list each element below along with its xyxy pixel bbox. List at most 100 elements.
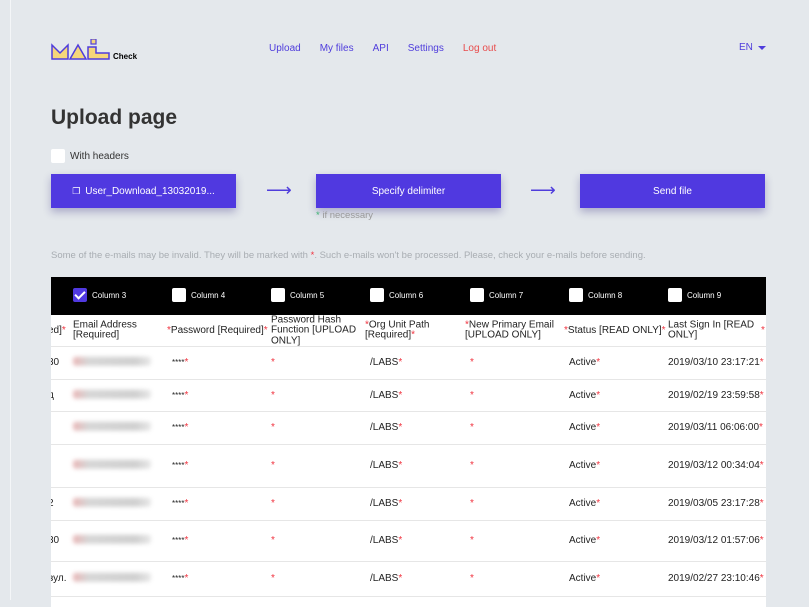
invalid-mark: * — [661, 324, 666, 336]
left-edge — [0, 0, 11, 600]
language-label: EN — [739, 42, 753, 53]
column-toggle[interactable]: Column 5 — [271, 288, 324, 302]
nav-upload[interactable]: Upload — [269, 43, 301, 54]
mail-logo-icon — [51, 39, 110, 60]
cell-text: /LABS — [370, 497, 399, 509]
table-cell — [73, 459, 151, 473]
cell-text: **** — [172, 460, 185, 470]
invalid-mark: * — [398, 459, 403, 471]
header-cell: *New Primary Email [UPLOAD ONLY] — [465, 319, 570, 341]
file-button[interactable]: ❐ User_Download_13032019... — [51, 174, 236, 208]
invalid-mark: * — [271, 497, 275, 509]
table-cell: * — [271, 356, 275, 369]
table-cell: * — [470, 497, 474, 510]
table-cell: /LABS* — [370, 422, 402, 434]
invalid-mark: * — [398, 534, 403, 546]
table-cell: * — [470, 390, 474, 401]
language-select[interactable]: EN — [739, 42, 766, 53]
header-text: Password Hash Function [UPLOAD ONLY] — [271, 313, 357, 346]
checkbox-box[interactable] — [51, 149, 65, 163]
cell-text: **** — [172, 390, 185, 400]
nav-api[interactable]: API — [373, 43, 389, 54]
column-toggle[interactable]: Column 8 — [569, 288, 622, 302]
cell-text: /LABS — [370, 459, 399, 471]
column-label: Column 6 — [389, 290, 424, 300]
cell-text: 2019/03/12 01:57:06 — [668, 534, 760, 546]
column-checkbox[interactable] — [370, 288, 384, 302]
table-cell: * — [271, 572, 275, 585]
table-cell: /LABS* — [370, 534, 403, 547]
logo[interactable]: Check — [51, 39, 137, 61]
info-after: . Such e-mails won't be processed. Pleas… — [314, 250, 646, 261]
invalid-mark: * — [271, 572, 275, 584]
table-cell: 2019/03/11 06:06:00* — [668, 421, 763, 434]
nav-settings[interactable]: Settings — [408, 43, 444, 54]
table-cell — [73, 421, 151, 435]
cell-text: **** — [172, 498, 185, 508]
nav-log-out[interactable]: Log out — [463, 43, 496, 54]
nav-my-files[interactable]: My files — [320, 43, 354, 54]
invalid-mark: * — [470, 356, 474, 368]
invalid-mark: * — [596, 572, 601, 584]
cell-text: Active — [569, 459, 597, 471]
column-checkbox[interactable] — [271, 288, 285, 302]
cell-text: вул. — [51, 572, 67, 584]
table-cell: * — [271, 497, 275, 510]
invalid-mark: * — [596, 389, 601, 401]
invalid-mark: * — [398, 497, 403, 509]
table-cell — [73, 389, 151, 402]
column-checkbox[interactable] — [470, 288, 484, 302]
file-button-label: User_Download_13032019... — [85, 185, 215, 197]
send-file-button[interactable]: Send file — [580, 174, 765, 208]
invalid-mark: * — [470, 534, 474, 546]
header-cell: *Org Unit Path [Required]* — [365, 319, 470, 341]
invalid-mark: * — [398, 356, 403, 368]
invalid-mark: * — [470, 459, 474, 471]
info-text: Some of the e-mails may be invalid. They… — [51, 250, 646, 261]
table-cell: * — [470, 459, 474, 472]
cell-text: 2019/03/11 06:06:00 — [668, 421, 760, 433]
cell-text: /LABS — [370, 572, 399, 584]
column-checkbox[interactable] — [569, 288, 583, 302]
cell-text: Active — [569, 421, 597, 433]
column-checkbox[interactable] — [668, 288, 682, 302]
column-label: Column 7 — [489, 290, 524, 300]
column-checkbox[interactable] — [73, 288, 87, 302]
column-toggle[interactable]: Column 7 — [470, 288, 523, 302]
table-cell: /LABS* — [370, 497, 403, 510]
invalid-mark: * — [470, 497, 474, 509]
invalid-mark: * — [596, 534, 601, 546]
column-label: Column 3 — [92, 290, 127, 300]
header-text: Password [Required] — [170, 324, 264, 336]
invalid-mark: * — [470, 572, 474, 584]
header-text: Last Sign In [READ ONLY] — [668, 319, 755, 341]
invalid-mark: * — [596, 459, 601, 471]
invalid-mark: * — [398, 389, 403, 401]
header-cell: Password Hash Function [UPLOAD ONLY] — [271, 313, 376, 347]
info-before: Some of the e-mails may be invalid. They… — [51, 250, 311, 261]
invalid-mark: * — [759, 572, 764, 584]
invalid-mark: * — [271, 356, 275, 368]
column-label: Column 5 — [290, 290, 325, 300]
with-headers-checkbox[interactable]: With headers — [51, 149, 129, 163]
header-text: Status [READ ONLY] — [567, 324, 662, 336]
table-cell: Active* — [569, 572, 601, 585]
column-toggle[interactable]: Column 6 — [370, 288, 423, 302]
column-toggle[interactable]: Column 4 — [172, 288, 225, 302]
invalid-mark: * — [271, 459, 275, 471]
table-cell: 2019/03/12 00:34:04* — [668, 460, 764, 472]
column-label: Column 4 — [191, 290, 226, 300]
column-toggle[interactable]: Column 9 — [668, 288, 721, 302]
cell-text: Active — [569, 389, 597, 401]
specify-delimiter-button[interactable]: Specify delimiter — [316, 174, 501, 208]
column-checkbox[interactable] — [172, 288, 186, 302]
invalid-mark: * — [596, 421, 601, 433]
table-cell: /LABS* — [370, 390, 402, 401]
header-cell: Email Address [Required] — [73, 319, 163, 341]
table-cell: Active* — [569, 421, 601, 434]
column-toggle[interactable]: Column 3 — [73, 288, 126, 302]
with-headers-label: With headers — [70, 150, 129, 162]
blurred-email — [73, 356, 151, 366]
delimiter-note-text: if necessary — [322, 210, 374, 221]
cell-text: 2019/03/05 23:17:28 — [668, 497, 760, 509]
